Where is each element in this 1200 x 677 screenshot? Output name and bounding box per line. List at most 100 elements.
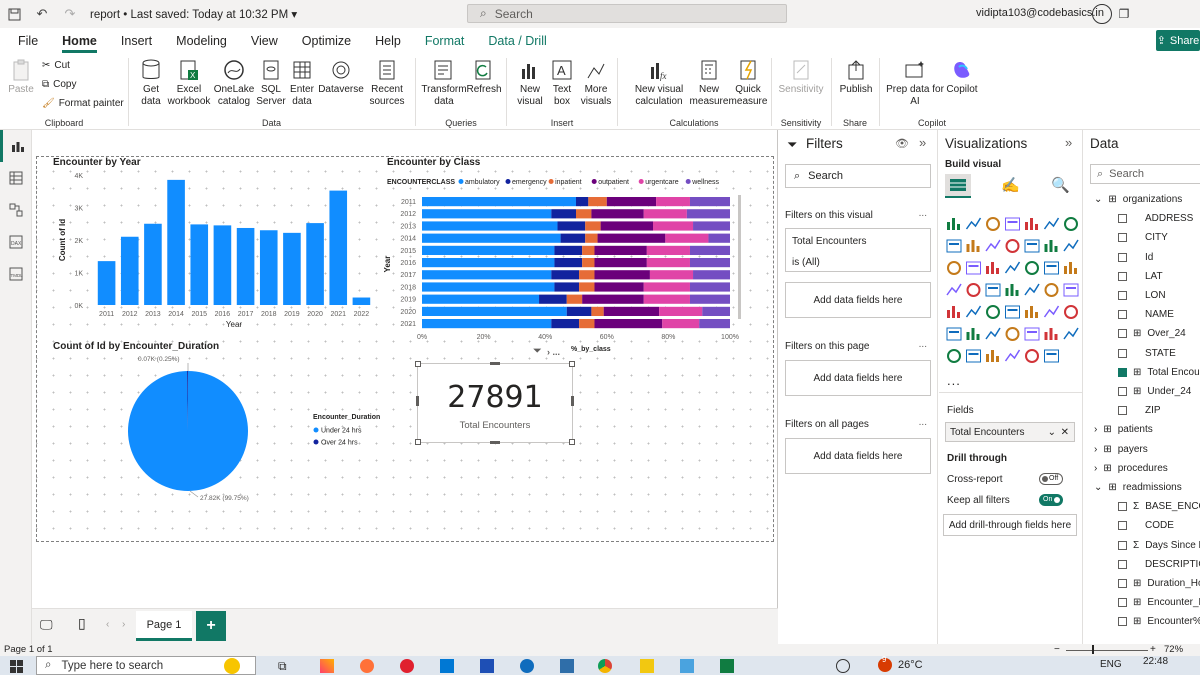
chevron-down-icon[interactable]: ⌄ — [1094, 482, 1102, 493]
field-checkbox[interactable] — [1118, 617, 1127, 627]
collapse-icon[interactable]: » — [919, 135, 926, 150]
recent-sources-button[interactable]: Recent sources — [365, 58, 409, 108]
field-item[interactable]: Σ Days Since L — [1118, 540, 1200, 551]
scroll-left-icon[interactable]: ‹ — [106, 619, 109, 630]
field-checkbox[interactable] — [1118, 233, 1127, 243]
field-item[interactable]: ⊞ Over_24 — [1118, 328, 1186, 339]
menu-data-drill[interactable]: Data / Drill — [476, 28, 558, 54]
field-checkbox[interactable] — [1118, 214, 1127, 224]
onelake-catalog-button[interactable]: OneLake catalog — [213, 58, 255, 108]
menu-optimize[interactable]: Optimize — [290, 28, 363, 54]
paste-button[interactable]: Paste — [6, 58, 36, 96]
close-icon[interactable]: ✕ — [1061, 427, 1069, 438]
app-icon[interactable] — [560, 659, 574, 673]
app-icon[interactable] — [320, 659, 334, 673]
document-title[interactable]: report • Last saved: Today at 10:32 PM ▾ — [90, 7, 297, 21]
table-readmissions[interactable]: ⌄ ⊞ readmissions — [1094, 482, 1182, 493]
field-checkbox[interactable] — [1118, 387, 1127, 396]
chevron-right-icon[interactable]: › — [1094, 424, 1097, 435]
table-organizations[interactable]: ⌄ ⊞ organizations — [1094, 194, 1182, 205]
menu-modeling[interactable]: Modeling — [164, 28, 239, 54]
field-checkbox[interactable] — [1118, 291, 1127, 300]
table-patients[interactable]: › ⊞ patients — [1094, 424, 1153, 435]
data-search-input[interactable]: ⌕ Search — [1090, 164, 1200, 184]
redo-icon[interactable]: ↷ — [56, 0, 84, 28]
app-icon[interactable] — [680, 659, 694, 673]
zoom-out-icon[interactable]: − — [1054, 644, 1060, 655]
zoom-slider-thumb[interactable] — [1092, 645, 1094, 654]
format-painter-button[interactable]: 🖌 Format painter — [42, 98, 124, 109]
sql-server-button[interactable]: SQL Server — [255, 58, 287, 108]
chrome-icon[interactable] — [598, 659, 612, 673]
field-checkbox[interactable] — [1118, 598, 1127, 608]
transform-data-button[interactable]: Transform data — [420, 58, 468, 108]
get-data-button[interactable]: Get data — [133, 58, 169, 108]
sensitivity-button[interactable]: Sensitivity — [778, 58, 824, 96]
copilot-button[interactable]: Copilot — [944, 58, 980, 96]
quick-measure-button[interactable]: Quick measure — [728, 58, 768, 108]
field-item[interactable]: ZIP — [1118, 405, 1161, 416]
publish-button[interactable]: Publish — [836, 58, 876, 96]
taskbar-search-input[interactable]: ⌕ Type here to search — [36, 656, 256, 675]
field-item[interactable]: Id — [1118, 252, 1153, 263]
field-item[interactable]: DESCRIPTIO — [1118, 559, 1200, 570]
format-visual-icon[interactable]: ✍ — [1001, 176, 1020, 194]
menu-view[interactable]: View — [239, 28, 290, 54]
field-item[interactable]: CODE — [1118, 520, 1174, 531]
report-view-icon[interactable] — [0, 130, 32, 162]
more-visuals-button[interactable]: More visuals — [577, 58, 615, 108]
tmdl-view-icon[interactable]: TMDL — [0, 258, 32, 290]
resize-handle[interactable] — [416, 396, 419, 406]
field-checkbox[interactable] — [1118, 252, 1127, 262]
field-checkbox[interactable] — [1118, 329, 1127, 339]
field-checkbox[interactable] — [1118, 367, 1127, 377]
prep-data-ai-button[interactable]: Prep data for AI — [884, 58, 946, 108]
more-options-icon[interactable]: ... — [919, 208, 927, 219]
zoom-slider[interactable] — [1066, 650, 1148, 651]
chevron-down-icon[interactable]: ⌄ — [1048, 427, 1056, 438]
scroll-right-icon[interactable]: › — [122, 619, 125, 630]
opera-icon[interactable] — [400, 659, 414, 673]
field-checkbox[interactable] — [1118, 521, 1127, 531]
chevron-down-icon[interactable]: ⌄ — [1094, 194, 1102, 205]
visual-filter-drop-zone[interactable]: Add data fields here — [785, 282, 931, 318]
news-widget-icon[interactable] — [224, 658, 240, 674]
new-measure-button[interactable]: New measure — [690, 58, 728, 108]
menu-insert[interactable]: Insert — [109, 28, 164, 54]
field-item[interactable]: ⊞ Duration_Ho — [1118, 578, 1200, 589]
filter-icon[interactable]: ⏷ — [533, 345, 542, 358]
encounter-by-year-visual[interactable]: Encounter by Year 0K 1K 2K 3K 4K 2011 2012 2013… — [47, 157, 377, 337]
filters-search-input[interactable]: ⌕ Search — [785, 164, 931, 188]
table-view-icon[interactable] — [0, 162, 32, 194]
resize-handle[interactable] — [415, 439, 421, 445]
edge-icon[interactable] — [520, 659, 534, 673]
field-item[interactable]: ⊞ Encounter% — [1118, 616, 1200, 627]
field-item[interactable]: ⊞ Total Encou — [1118, 367, 1200, 378]
table-payers[interactable]: › ⊞ payers — [1094, 444, 1148, 455]
field-item[interactable]: ⊞ Under_24 — [1118, 386, 1191, 397]
search-input[interactable]: ⌕ Search — [467, 4, 787, 23]
cut-button[interactable]: ✂ Cut — [42, 60, 70, 71]
field-item[interactable]: Σ BASE_ENCO — [1118, 501, 1200, 512]
windows-start-icon[interactable] — [10, 660, 24, 677]
page-tab-1[interactable]: Page 1 — [136, 611, 192, 641]
model-view-icon[interactable] — [0, 194, 32, 226]
fields-well-tab[interactable] — [945, 174, 971, 198]
fields-well-item[interactable]: Total Encounters ⌄ ✕ — [945, 422, 1075, 442]
all-pages-filter-drop-zone[interactable]: Add data fields here — [785, 438, 931, 474]
field-checkbox[interactable] — [1118, 559, 1127, 569]
task-view-icon[interactable]: ⧉ — [278, 659, 287, 674]
more-options-icon[interactable]: ... — [919, 417, 927, 428]
zoom-in-icon[interactable]: + — [1150, 644, 1156, 655]
resize-handle[interactable] — [569, 361, 575, 367]
menu-format[interactable]: Format — [413, 28, 477, 54]
excel-workbook-button[interactable]: X Excel workbook — [167, 58, 211, 108]
collapse-icon[interactable]: » — [1065, 135, 1072, 150]
cross-report-toggle[interactable]: Off — [1039, 473, 1063, 485]
field-item[interactable]: NAME — [1118, 309, 1174, 320]
total-encounters-card[interactable]: 27891 Total Encounters — [415, 361, 575, 445]
table-procedures[interactable]: › ⊞ procedures — [1094, 463, 1168, 474]
more-visuals-icon[interactable]: ... — [947, 373, 961, 388]
menu-home[interactable]: Home — [50, 28, 109, 54]
undo-icon[interactable]: ↶ — [28, 0, 56, 28]
